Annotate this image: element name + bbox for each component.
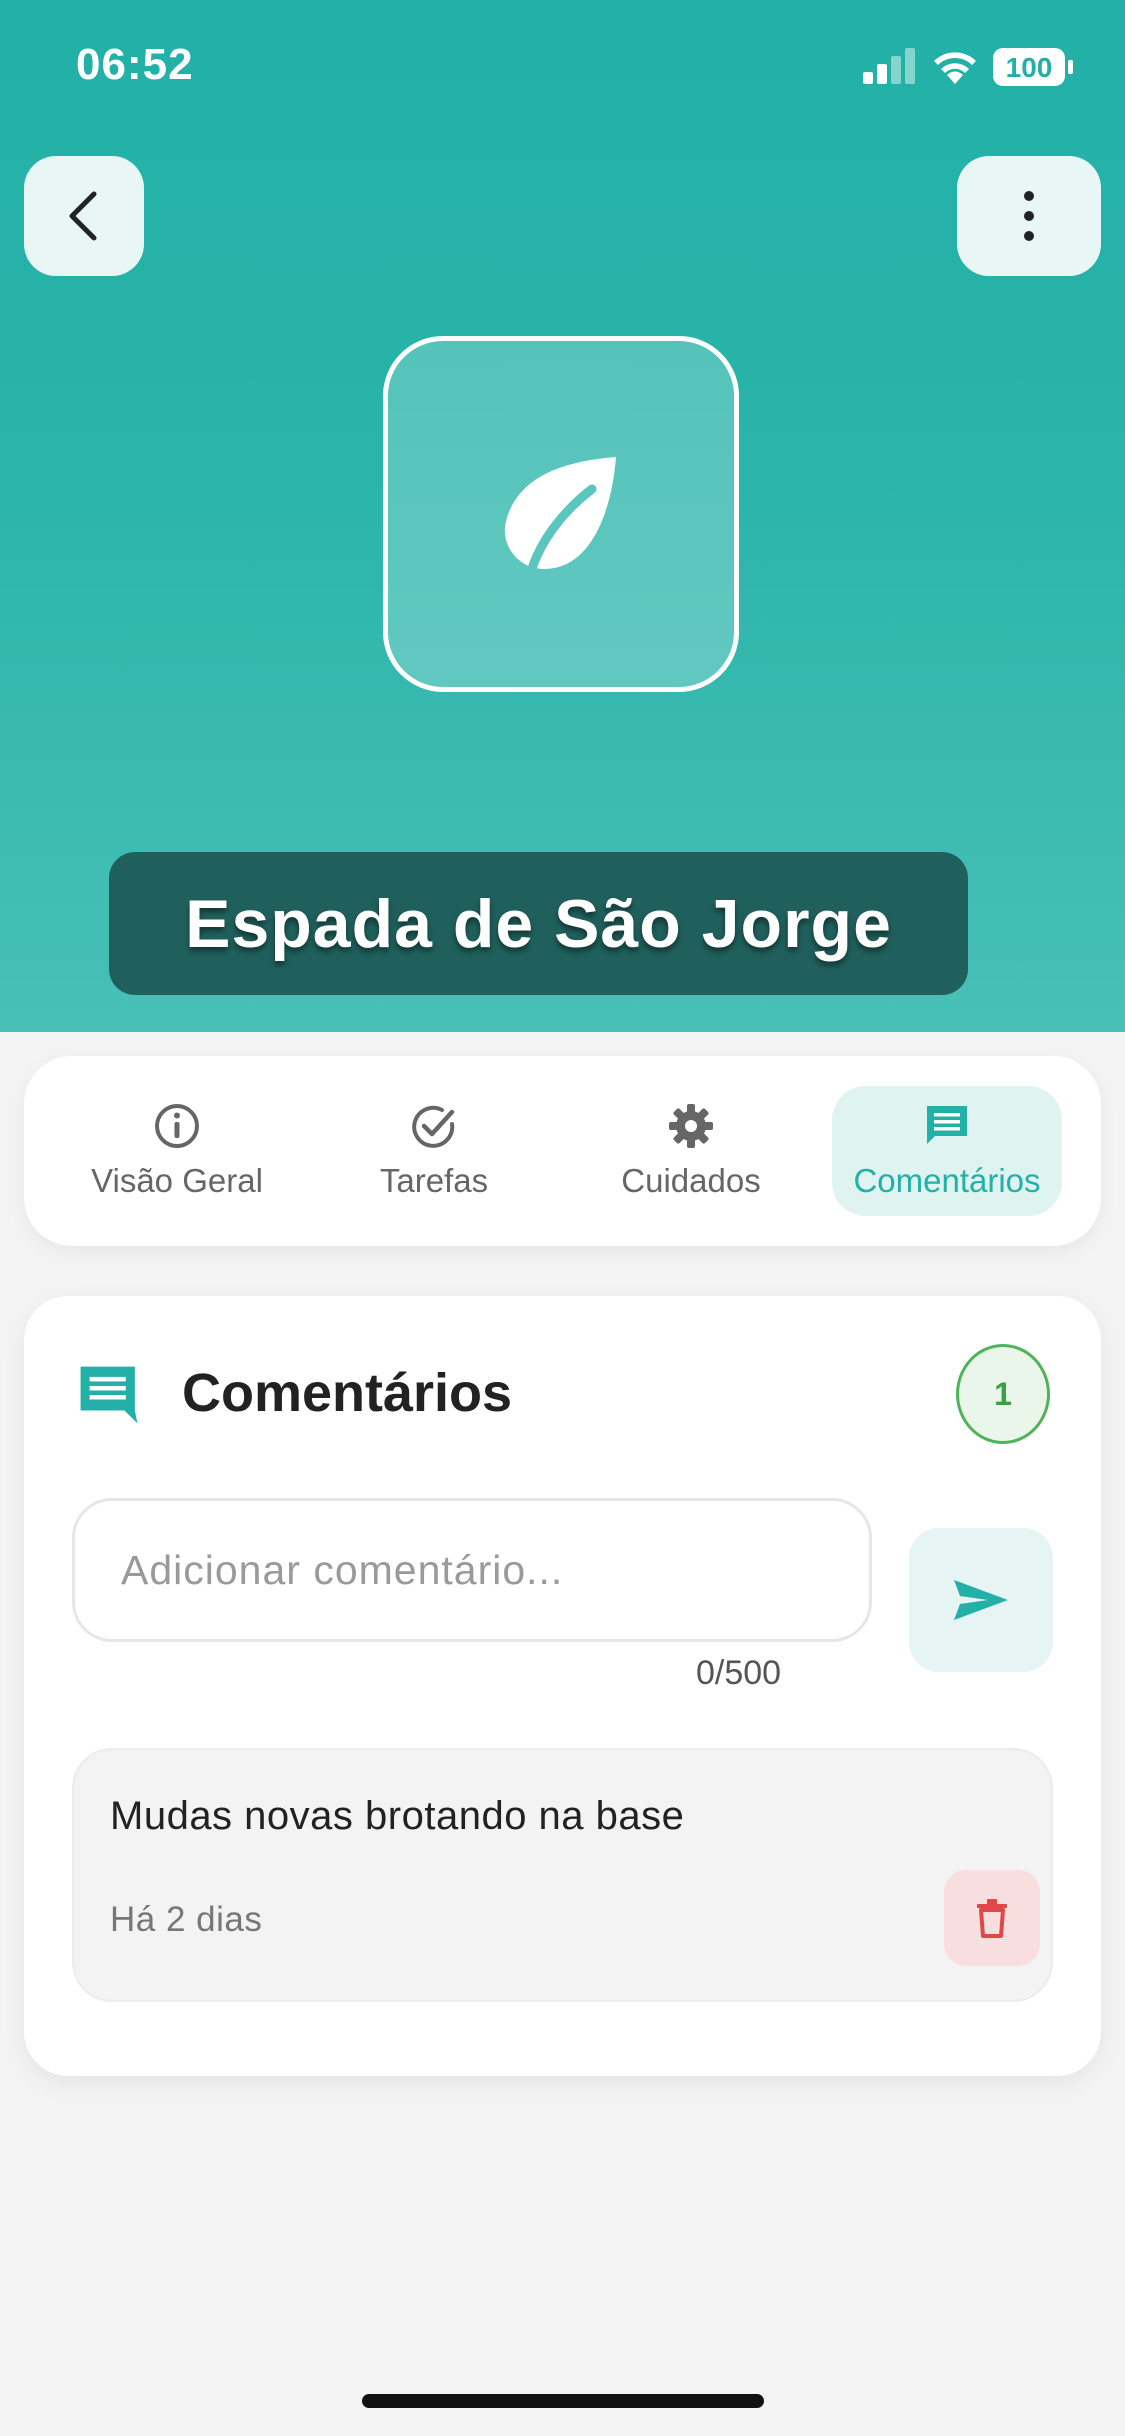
more-options-button[interactable] [957,156,1101,276]
delete-comment-button[interactable] [944,1870,1040,1966]
info-icon [153,1102,201,1150]
battery-level: 100 [1006,52,1053,83]
leaf-icon [504,457,616,579]
plant-name-banner: Espada de São Jorge [109,852,968,995]
tab-tasks[interactable]: Tarefas [319,1086,549,1216]
comment-icon [923,1102,971,1150]
tab-care-label: Cuidados [621,1162,761,1199]
send-icon [954,1580,1008,1620]
comment-input[interactable]: Adicionar comentário... [72,1498,872,1642]
comments-card: Comentários 1 Adicionar comentário... Mu… [24,1296,1101,2076]
status-time: 06:52 [76,40,194,89]
battery-icon: 100 [993,48,1073,86]
plant-name: Espada de São Jorge [185,885,892,962]
comment-time: Há 2 dias [110,1900,263,1939]
trash-icon [977,1899,1007,1938]
back-button[interactable] [24,156,144,276]
signal-icon [863,48,915,84]
tab-overview[interactable]: Visão Geral [62,1086,292,1216]
plant-image[interactable] [383,336,739,692]
tab-bar: Visão Geral Tarefas Cuidados Comentários [24,1056,1101,1246]
wifi-icon [934,52,976,84]
chevron-left-icon [69,191,97,241]
comment-icon [78,1364,140,1431]
tab-comments[interactable]: Comentários [832,1086,1062,1216]
tab-comments-label: Comentários [853,1162,1041,1199]
comment-count-badge: 1 [956,1344,1050,1444]
comments-title: Comentários [182,1363,513,1423]
check-circle-icon [410,1102,458,1150]
gear-icon [667,1102,715,1150]
tab-tasks-label: Tarefas [379,1162,489,1199]
comment-item: Mudas novas brotando na base Há 2 dias [72,1748,1053,2002]
char-counter: 0/500 [696,1654,782,1692]
comment-text: Mudas novas brotando na base [110,1794,685,1838]
send-comment-button[interactable] [909,1528,1053,1672]
tab-overview-label: Visão Geral [91,1162,263,1199]
tab-care[interactable]: Cuidados [576,1086,806,1216]
plant-header: 06:52 100 Espada de São Jorge [0,0,1125,1032]
status-icons: 100 [863,44,1083,92]
more-vertical-icon [1024,191,1034,241]
home-indicator[interactable] [362,2394,764,2408]
